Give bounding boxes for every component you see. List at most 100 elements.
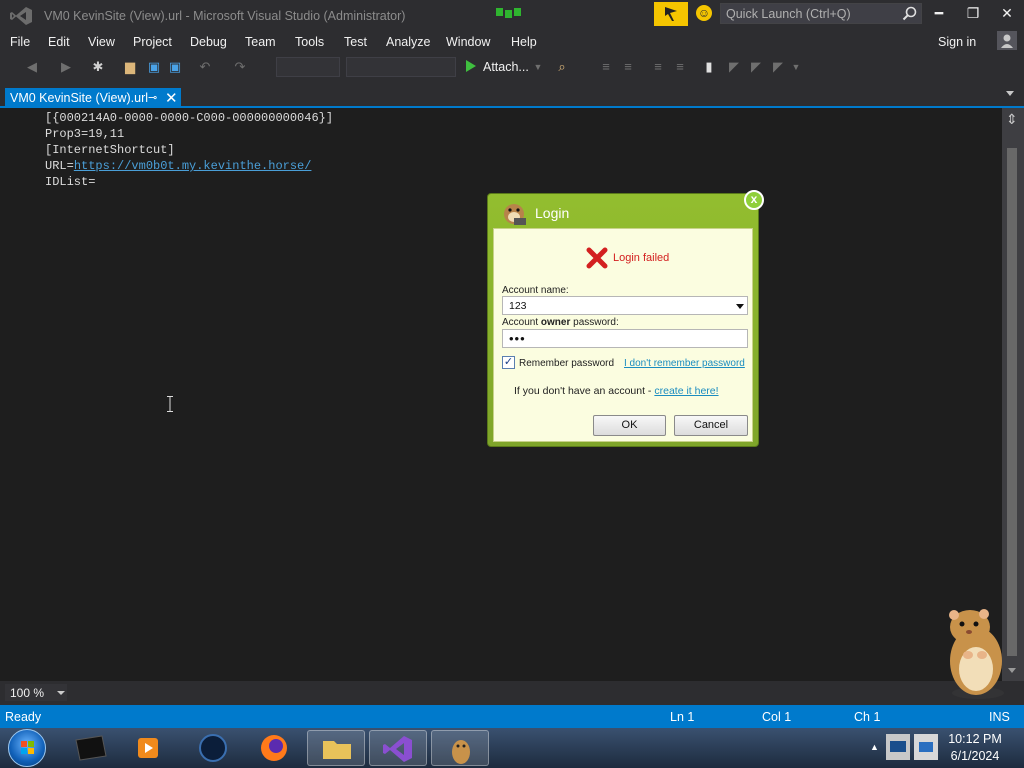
open-file-icon[interactable]: ▆ [122,59,138,75]
forgot-password-link[interactable]: I don't remember password [624,358,745,369]
redo-icon[interactable]: ↷ [232,59,248,75]
show-hidden-icons-icon[interactable]: ▲ [870,742,879,752]
chevron-down-icon [57,691,65,695]
chevron-down-icon[interactable] [736,304,744,309]
split-window-icon[interactable]: ⇕ [1006,111,1018,128]
taskbar-app-terminal[interactable] [62,730,120,766]
save-all-icon[interactable]: ▣ [167,59,183,75]
toolbar-overflow-icon[interactable]: ▼ [788,59,804,75]
solution-platform-dropdown[interactable] [346,57,456,77]
scroll-thumb[interactable] [1007,148,1017,656]
menu-project[interactable]: Project [133,35,172,49]
tray-app-icon[interactable] [886,734,910,760]
sign-in-link[interactable]: Sign in [938,35,976,49]
menu-help[interactable]: Help [511,35,537,49]
indent-icon[interactable]: ≡ [598,59,614,75]
pin-tab-icon[interactable]: ⊸ [148,91,157,104]
code-line-url-key: URL= [45,159,74,173]
login-dialog: Login x Login failed Account name: 123 A… [487,190,764,447]
editor-text[interactable]: [{000214A0-0000-0000-C000-000000000046}]… [45,110,333,190]
back-icon[interactable]: ◀ [24,59,40,75]
visual-studio-icon [383,736,412,762]
code-line: [{000214A0-0000-0000-C000-000000000046}] [45,111,334,125]
comment-icon[interactable]: ≡ [650,59,666,75]
menu-view[interactable]: View [88,35,115,49]
forward-icon[interactable]: ▶ [58,59,74,75]
feedback-flag-button[interactable] [654,2,688,26]
menu-test[interactable]: Test [344,35,367,49]
status-insert-mode: INS [989,710,1010,724]
taskbar-app-visual-studio[interactable] [369,730,427,766]
menu-tools[interactable]: Tools [295,35,324,49]
send-feedback-smiley-icon[interactable]: ☺ [696,5,712,21]
quick-launch-search[interactable]: Quick Launch (Ctrl+Q) [720,3,922,24]
cancel-button[interactable]: Cancel [674,415,748,436]
clear-bookmarks-icon[interactable]: ◤ [770,59,786,75]
terminal-icon [75,735,107,761]
taskbar-app-media-player[interactable] [120,730,178,766]
status-char: Ch 1 [854,710,881,724]
uncomment-icon[interactable]: ≡ [672,59,688,75]
horizontal-scrollbar[interactable] [72,685,1002,700]
start-button[interactable] [8,729,46,767]
password-field[interactable]: ••• [502,329,748,348]
attach-dropdown-icon[interactable]: ▼ [530,59,546,75]
tab-overflow-dropdown-icon[interactable] [1006,91,1014,96]
menu-analyze[interactable]: Analyze [386,35,430,49]
text-cursor-icon [167,396,173,412]
outdent-icon[interactable]: ≡ [620,59,636,75]
code-line: Prop3=19,11 [45,127,125,141]
menu-window[interactable]: Window [446,35,490,49]
close-window-button[interactable]: ✕ [997,5,1017,23]
code-line: URL=https://vm0b0t.my.kevinthe.horse/ [45,158,333,174]
zoom-dropdown[interactable]: 100 % [5,684,67,701]
attach-button[interactable]: Attach... [483,60,529,74]
restore-button[interactable]: ❐ [963,5,983,23]
remember-password-checkbox[interactable]: ✓ [502,356,515,369]
url-link[interactable]: https://vm0b0t.my.kevinthe.horse/ [74,159,312,173]
remember-password-label: Remember password [519,358,615,369]
quick-launch-placeholder: Quick Launch (Ctrl+Q) [726,7,851,21]
start-icon[interactable] [466,60,476,72]
close-tab-icon[interactable]: ✕ [165,89,178,107]
taskbar-app-globe[interactable] [184,730,242,766]
account-name-label: Account name: [502,285,569,296]
clock-date[interactable]: 6/1/2024 [945,749,1005,763]
create-account-link[interactable]: create it here! [654,385,718,397]
menu-file[interactable]: File [10,35,30,49]
account-name-value: 123 [509,300,527,312]
menu-debug[interactable]: Debug [190,35,227,49]
password-value: ••• [509,331,526,346]
find-icon[interactable]: ⌕ [554,59,570,75]
network-icon [919,742,933,752]
no-account-text: If you don't have an account - create it… [514,385,719,397]
save-icon[interactable]: ▣ [146,59,162,75]
menu-team[interactable]: Team [245,35,276,49]
flag-icon [665,7,677,21]
taskbar: ▲ 10:12 PM 6/1/2024 [0,728,1024,768]
account-name-dropdown[interactable]: 123 [502,296,748,315]
vertical-scrollbar[interactable]: ⇕ [1002,108,1024,681]
tray-network-icon[interactable] [914,734,938,760]
tab-document[interactable]: VM0 KevinSite (View).url ⊸ ✕ [5,88,181,108]
undo-icon[interactable]: ↶ [197,59,213,75]
new-project-icon[interactable]: ✱ [90,59,106,75]
search-icon [902,6,917,21]
menu-edit[interactable]: Edit [48,35,70,49]
minimize-button[interactable]: ━ [929,5,949,23]
ok-button[interactable]: OK [593,415,666,436]
status-column: Col 1 [762,710,792,724]
account-icon[interactable] [997,31,1017,50]
clock-time[interactable]: 10:12 PM [945,732,1005,746]
solution-configuration-dropdown[interactable] [276,57,340,77]
next-bookmark-icon[interactable]: ◤ [748,59,764,75]
close-dialog-button[interactable]: x [744,190,764,210]
taskbar-app-hamster[interactable] [431,730,489,766]
media-player-icon [138,738,158,758]
previous-bookmark-icon[interactable]: ◤ [726,59,742,75]
system-tray: ▲ 10:12 PM 6/1/2024 [864,728,1024,768]
dialog-title: Login [535,205,570,221]
taskbar-app-explorer[interactable] [307,730,365,766]
taskbar-app-firefox[interactable] [245,730,303,766]
bookmark-icon[interactable]: ▮ [701,59,717,75]
